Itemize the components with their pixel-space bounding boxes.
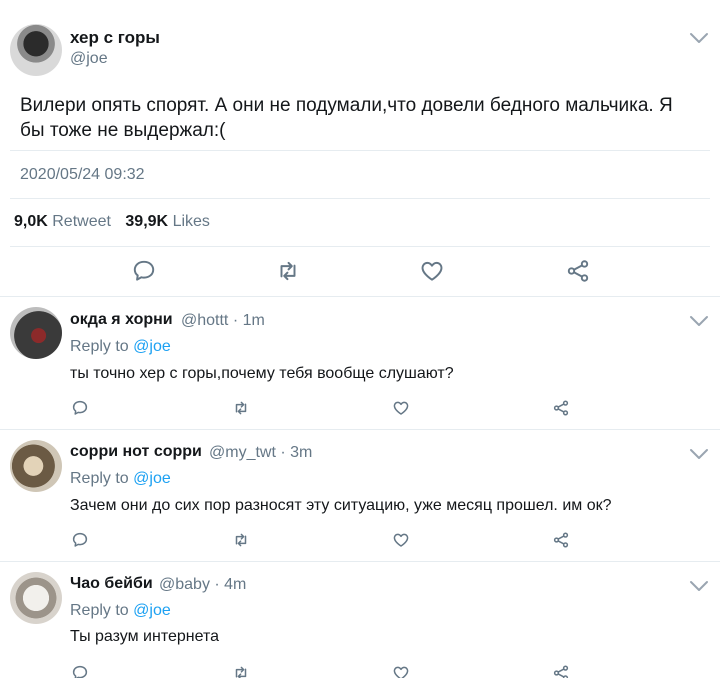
replying-to: Reply to @joe [70,602,171,620]
retweet-label[interactable]: Retweet [52,213,111,230]
tweet-text: Вилери опять спорят. А они не подумали,ч… [20,95,673,141]
comment-icon[interactable] [71,664,89,678]
like-count[interactable]: 39,9K [125,213,168,230]
share-icon[interactable] [552,664,570,678]
replying-prefix: Reply to [70,602,129,619]
divider [10,246,710,247]
tweet-stats: 9,0K Retweet 39,9K Likes [14,213,210,231]
avatar[interactable] [10,572,62,624]
divider [10,150,710,151]
heart-icon[interactable] [392,664,410,678]
replying-prefix: Reply to [70,470,129,487]
main-tweet: хер с горы @joe Вилери опять спорят. А о… [0,0,720,297]
retweet-icon[interactable] [275,258,301,284]
like-label[interactable]: Likes [173,213,210,230]
user-handle[interactable]: @joe [70,50,108,68]
reply-tweet[interactable]: окда я хорни @hottt · 1m Reply to @joe т… [0,297,720,429]
replying-to: Reply to @joe [70,338,171,356]
reply-tweet[interactable]: Чао бейби @baby · 4m Reply to @joe Ты ра… [0,562,720,678]
display-name[interactable]: окда я хорни [70,311,173,329]
display-name[interactable]: Чао бейби [70,575,153,593]
user-handle-time[interactable]: @hottt · 1m [181,312,265,330]
reply-text: Ты разум интернета [70,628,220,645]
share-icon[interactable] [552,531,570,549]
chevron-down-icon[interactable] [688,578,710,594]
retweet-icon[interactable] [232,399,250,417]
retweet-count[interactable]: 9,0K [14,213,48,230]
reply-tweet[interactable]: сорри нот сорри @my_twt · 3m Reply to @j… [0,430,720,562]
heart-icon[interactable] [392,399,410,417]
reply-text: ты точно хер с горы,почему тебя вообще с… [70,365,454,382]
mention-link[interactable]: @joe [133,602,171,619]
chevron-down-icon[interactable] [688,30,710,46]
avatar[interactable] [10,440,62,492]
display-name[interactable]: хер с горы [70,28,160,48]
chevron-down-icon[interactable] [688,446,710,462]
share-icon[interactable] [565,258,591,284]
reply-text: Зачем они до сих пор разносят эту ситуац… [70,497,612,514]
avatar[interactable] [10,24,62,76]
comment-icon[interactable] [71,399,89,417]
display-name[interactable]: сорри нот сорри [70,443,202,461]
replying-prefix: Reply to [70,338,129,355]
comment-icon[interactable] [71,531,89,549]
heart-icon[interactable] [392,531,410,549]
avatar[interactable] [10,307,62,359]
heart-icon[interactable] [419,258,445,284]
retweet-icon[interactable] [232,531,250,549]
mention-link[interactable]: @joe [133,470,171,487]
share-icon[interactable] [552,399,570,417]
replying-to: Reply to @joe [70,470,171,488]
divider [10,198,710,199]
user-handle-time[interactable]: @my_twt · 3m [209,444,312,462]
timestamp[interactable]: 2020/05/24 09:32 [20,166,145,184]
mention-link[interactable]: @joe [133,338,171,355]
retweet-icon[interactable] [232,664,250,678]
user-handle-time[interactable]: @baby · 4m [159,576,246,594]
comment-icon[interactable] [131,258,157,284]
chevron-down-icon[interactable] [688,313,710,329]
